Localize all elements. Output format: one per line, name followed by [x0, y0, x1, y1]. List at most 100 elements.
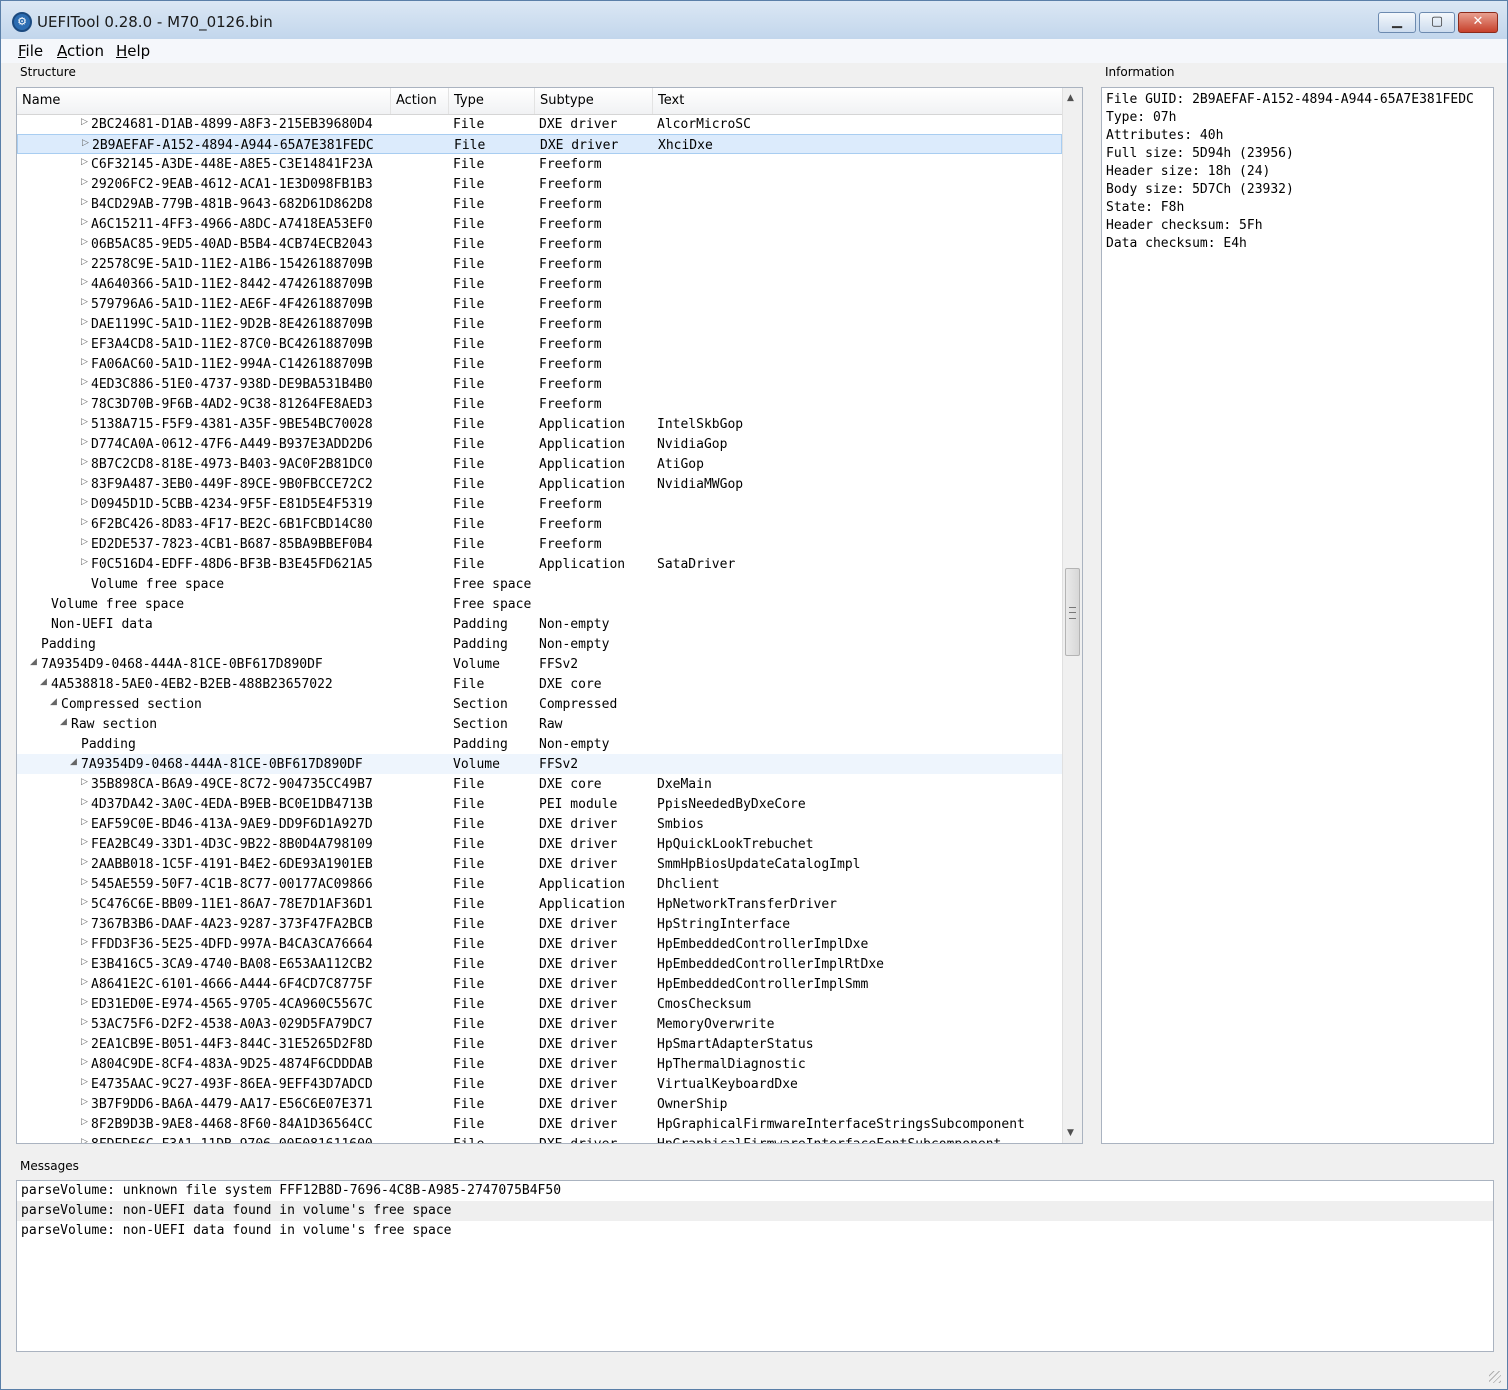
tree-row[interactable]: ▷8FDEDF6C-F3A1-11DB-9706-00E081611600 Fil… — [17, 1134, 1062, 1143]
tree-row[interactable]: ◢ 4A538818-5AE0-4EB2-B2EB-488B23657022 Fil… — [17, 674, 1062, 694]
messages-list[interactable]: parseVolume: unknown file system FFF12B8… — [16, 1180, 1494, 1352]
column-type[interactable]: Type — [449, 88, 535, 114]
collapse-arrow-icon[interactable]: ◢ — [70, 757, 77, 767]
message-item[interactable]: parseVolume: unknown file system FFF12B8… — [17, 1181, 1493, 1201]
maximize-button[interactable]: ▢ — [1419, 12, 1455, 33]
tree-row[interactable]: ▷ EF3A4CD8-5A1D-11E2-87C0-BC426188709B Fil… — [17, 334, 1062, 354]
expand-arrow-icon[interactable]: ▷ — [81, 337, 88, 347]
column-subtype[interactable]: Subtype — [535, 88, 653, 114]
tree-row[interactable]: ▷ 4A640366-5A1D-11E2-8442-47426188709B Fil… — [17, 274, 1062, 294]
tree-row[interactable]: ▷ 53AC75F6-D2F2-4538-A0A3-029D5FA79DC7 Fil… — [17, 1014, 1062, 1034]
expand-arrow-icon[interactable]: ▷ — [81, 417, 88, 427]
expand-arrow-icon[interactable]: ▷ — [81, 777, 88, 787]
tree-row[interactable]: ▷ 2AABB018-1C5F-4191-B4E2-6DE93A1901EB Fil… — [17, 854, 1062, 874]
expand-arrow-icon[interactable]: ▷ — [81, 1037, 88, 1047]
expand-arrow-icon[interactable]: ▷ — [81, 537, 88, 547]
expand-arrow-icon[interactable]: ▷ — [81, 977, 88, 987]
tree-row[interactable]: Padding Padding Non-empty — [17, 634, 1062, 654]
resize-grip-icon[interactable] — [1489, 1371, 1501, 1383]
tree-row[interactable]: ▷ FA06AC60-5A1D-11E2-994A-C1426188709B Fil… — [17, 354, 1062, 374]
collapse-arrow-icon[interactable]: ◢ — [60, 717, 67, 727]
tree-row[interactable]: ▷ E3B416C5-3CA9-4740-BA08-E653AA112CB2 Fil… — [17, 954, 1062, 974]
expand-arrow-icon[interactable]: ▷ — [81, 857, 88, 867]
expand-arrow-icon[interactable]: ▷ — [81, 937, 88, 947]
tree-row[interactable]: ▷ B4CD29AB-779B-481B-9643-682D61D862D8 Fil… — [17, 194, 1062, 214]
menu-file[interactable]: File — [18, 42, 43, 60]
tree-row[interactable]: ▷ 78C3D70B-9F6B-4AD2-9C38-81264FE8AED3 Fil… — [17, 394, 1062, 414]
tree-row[interactable]: ▷ FEA2BC49-33D1-4D3C-9B22-8B0D4A798109 Fil… — [17, 834, 1062, 854]
title-bar[interactable]: ⚙ UEFITool 0.28.0 - M70_0126.bin ▁ ▢ ✕ — [1, 1, 1507, 39]
expand-arrow-icon[interactable]: ▷ — [81, 197, 88, 207]
tree-row[interactable]: ▷ 579796A6-5A1D-11E2-AE6F-4F426188709B Fil… — [17, 294, 1062, 314]
expand-arrow-icon[interactable]: ▷ — [81, 797, 88, 807]
expand-arrow-icon[interactable]: ▷ — [81, 177, 88, 187]
tree-row[interactable]: ▷ 2BC24681-D1AB-4899-A8F3-215EB39680D4 Fil… — [17, 114, 1062, 134]
expand-arrow-icon[interactable]: ▷ — [81, 277, 88, 287]
tree-row[interactable]: ▷ 5138A715-F5F9-4381-A35F-9BE54BC70028 Fil… — [17, 414, 1062, 434]
tree-row[interactable]: Non-UEFI data Padding Non-empty — [17, 614, 1062, 634]
expand-arrow-icon[interactable]: ▷ — [81, 1097, 88, 1107]
expand-arrow-icon[interactable]: ▷ — [81, 957, 88, 967]
expand-arrow-icon[interactable]: ▷ — [81, 317, 88, 327]
tree-row[interactable]: ▷ A6C15211-4FF3-4966-A8DC-A7418EA53EF0 Fil… — [17, 214, 1062, 234]
expand-arrow-icon[interactable]: ▷ — [81, 517, 88, 527]
expand-arrow-icon[interactable]: ▷ — [81, 437, 88, 447]
tree-row[interactable]: ▷ ED2DE537-7823-4CB1-B687-85BA9BBEF0B4 Fil… — [17, 534, 1062, 554]
tree-row[interactable]: ▷ F0C516D4-EDFF-48D6-BF3B-B3E45FD621A5 Fil… — [17, 554, 1062, 574]
tree-row[interactable]: ▷ 545AE559-50F7-4C1B-8C77-00177AC09866 Fil… — [17, 874, 1062, 894]
expand-arrow-icon[interactable]: ▷ — [81, 457, 88, 467]
expand-arrow-icon[interactable]: ▷ — [81, 1017, 88, 1027]
expand-arrow-icon[interactable]: ▷ — [82, 138, 89, 148]
tree-row[interactable]: ▷ 06B5AC85-9ED5-40AD-B5B4-4CB74ECB2043 Fil… — [17, 234, 1062, 254]
tree-row[interactable]: ▷ 8B7C2CD8-818E-4973-B403-9AC0F2B81DC0 Fil… — [17, 454, 1062, 474]
tree-row[interactable]: ▷ D774CA0A-0612-47F6-A449-B937E3ADD2D6 Fil… — [17, 434, 1062, 454]
minimize-button[interactable]: ▁ — [1378, 12, 1416, 33]
tree-scrollbar[interactable]: ▲ ▼ — [1062, 88, 1082, 1143]
message-item[interactable]: parseVolume: non-UEFI data found in volu… — [17, 1221, 1493, 1241]
expand-arrow-icon[interactable]: ▷ — [81, 1077, 88, 1087]
column-action[interactable]: Action — [391, 88, 449, 114]
collapse-arrow-icon[interactable]: ◢ — [40, 677, 47, 687]
expand-arrow-icon[interactable]: ▷ — [81, 377, 88, 387]
tree-row[interactable]: ▷ 6F2BC426-8D83-4F17-BE2C-6B1FCBD14C80 Fil… — [17, 514, 1062, 534]
expand-arrow-icon[interactable]: ▷ — [81, 897, 88, 907]
tree-row[interactable]: Padding Padding Non-empty — [17, 734, 1062, 754]
tree-row[interactable]: ▷ 3B7F9DD6-BA6A-4479-AA17-E56C6E07E371 Fil… — [17, 1094, 1062, 1114]
tree-row[interactable]: ▷ A804C9DE-8CF4-483A-9D25-4874F6CDDDAB Fil… — [17, 1054, 1062, 1074]
tree-row[interactable]: ▷ 22578C9E-5A1D-11E2-A1B6-15426188709B Fil… — [17, 254, 1062, 274]
tree-row[interactable]: ▷ E4735AAC-9C27-493F-86EA-9EFF43D7ADCD Fil… — [17, 1074, 1062, 1094]
expand-arrow-icon[interactable]: ▷ — [81, 257, 88, 267]
menu-help[interactable]: Help — [116, 42, 150, 60]
tree-row[interactable]: ▷ 83F9A487-3EB0-449F-89CE-9B0FBCCE72C2 Fil… — [17, 474, 1062, 494]
scroll-down-icon[interactable]: ▼ — [1067, 1128, 1074, 1138]
tree-row[interactable]: ▷ D0945D1D-5CBB-4234-9F5F-E81D5E4F5319 Fil… — [17, 494, 1062, 514]
scroll-up-icon[interactable]: ▲ — [1067, 93, 1074, 103]
menu-action[interactable]: Action — [57, 42, 104, 60]
tree-row[interactable]: ▷ A8641E2C-6101-4666-A444-6F4CD7C8775F Fil… — [17, 974, 1062, 994]
tree-row[interactable]: ▷ 7367B3B6-DAAF-4A23-9287-373F47FA2BCB Fil… — [17, 914, 1062, 934]
expand-arrow-icon[interactable]: ▷ — [81, 297, 88, 307]
tree-row[interactable]: ▷ 35B898CA-B6A9-49CE-8C72-904735CC49B7 Fil… — [17, 774, 1062, 794]
tree-row[interactable]: ▷ 5C476C6E-BB09-11E1-86A7-78E7D1AF36D1 Fil… — [17, 894, 1062, 914]
expand-arrow-icon[interactable]: ▷ — [81, 117, 88, 127]
tree-row[interactable]: ◢ 7A9354D9-0468-444A-81CE-0BF617D890DF Vol… — [17, 654, 1062, 674]
expand-arrow-icon[interactable]: ▷ — [81, 1137, 88, 1143]
close-button[interactable]: ✕ — [1458, 12, 1498, 33]
tree-row[interactable]: ▷ EAF59C0E-BD46-413A-9AE9-DD9F6D1A927D Fil… — [17, 814, 1062, 834]
tree-row[interactable]: ◢ 7A9354D9-0468-444A-81CE-0BF617D890DF Vol… — [17, 754, 1062, 774]
scroll-thumb[interactable] — [1065, 568, 1080, 656]
message-item[interactable]: parseVolume: non-UEFI data found in volu… — [17, 1201, 1493, 1221]
expand-arrow-icon[interactable]: ▷ — [81, 477, 88, 487]
tree-row[interactable]: Volume free space Free space — [17, 594, 1062, 614]
structure-tree[interactable]: Name Action Type Subtype Text ▷ 2BC24681-… — [16, 87, 1083, 1144]
expand-arrow-icon[interactable]: ▷ — [81, 837, 88, 847]
tree-row[interactable]: Volume free space Free space — [17, 574, 1062, 594]
expand-arrow-icon[interactable]: ▷ — [81, 397, 88, 407]
tree-row[interactable]: ▷ 2EA1CB9E-B051-44F3-844C-31E5265D2F8D Fil… — [17, 1034, 1062, 1054]
collapse-arrow-icon[interactable]: ◢ — [30, 657, 37, 667]
expand-arrow-icon[interactable]: ▷ — [81, 557, 88, 567]
tree-row[interactable]: ▷ 8F2B9D3B-9AE8-4468-8F60-84A1D36564CC Fil… — [17, 1114, 1062, 1134]
tree-row[interactable]: ▷ 2B9AEFAF-A152-4894-A944-65A7E381FEDC Fil… — [17, 134, 1062, 154]
tree-row[interactable]: ▷ ED31ED0E-E974-4565-9705-4CA960C5567C Fil… — [17, 994, 1062, 1014]
tree-row[interactable]: ▷ C6F32145-A3DE-448E-A8E5-C3E14841F23A Fil… — [17, 154, 1062, 174]
